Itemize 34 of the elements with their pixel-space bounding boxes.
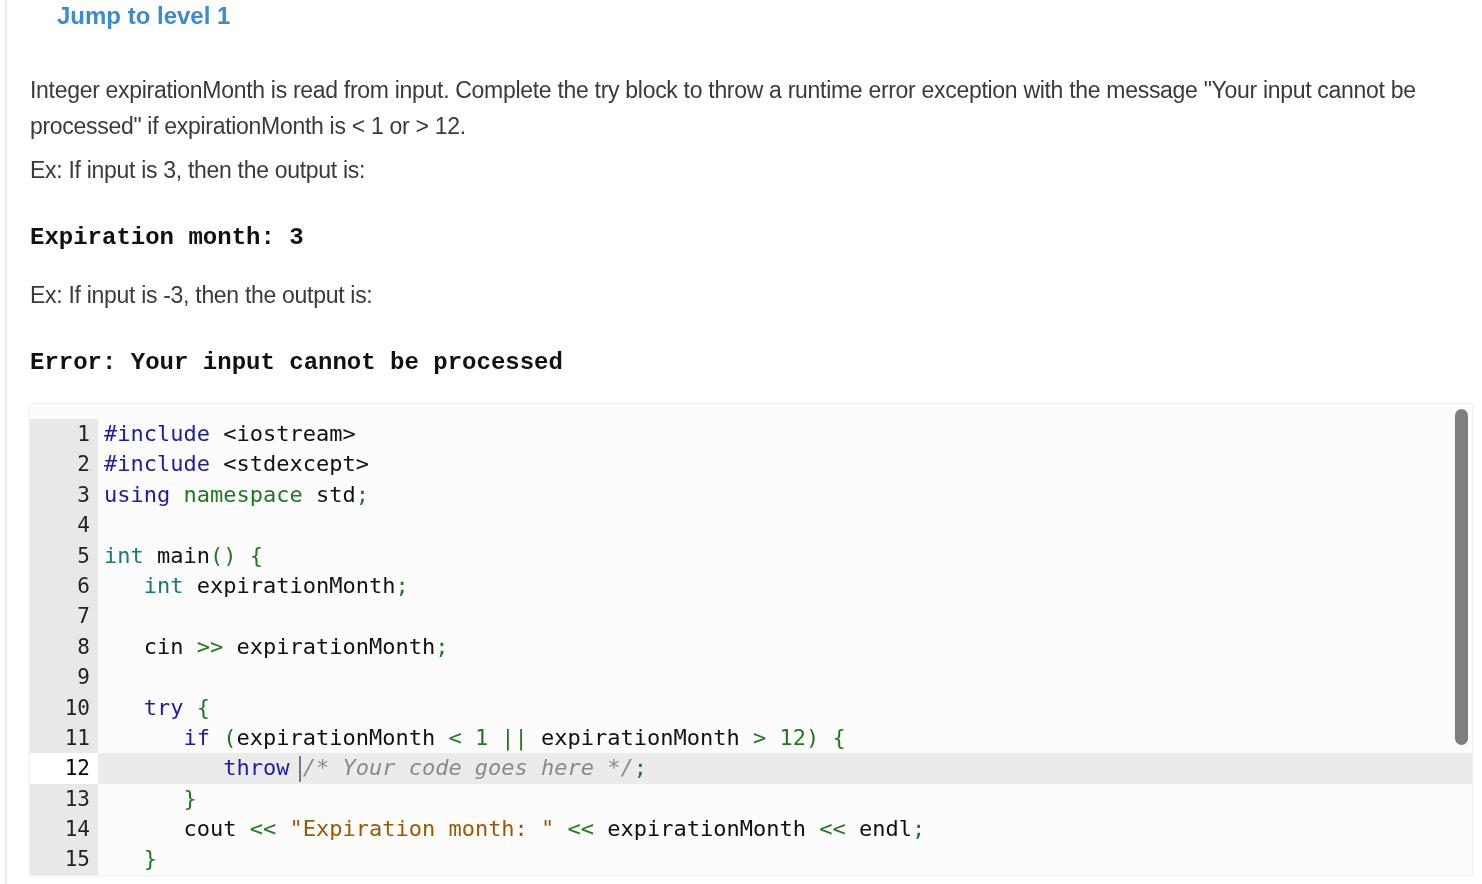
line-number: 6 [30,570,98,602]
code-line: #include <iostream> [103,420,357,448]
line-number: 1 [30,419,98,450]
code-line: } [142,845,158,874]
code-editor[interactable] [30,404,1472,875]
line-number: 14 [30,814,98,845]
instruction-text: Ex: If input is 3, then the output is: [30,156,367,185]
code-line: try { [142,693,211,722]
code-line: int main() { [103,541,264,570]
jump-to-level-link[interactable]: Jump to level 1 [57,2,1472,38]
line-number: 13 [30,783,98,815]
line-number: 7 [30,601,98,632]
line-number: 9 [30,662,98,693]
line-number: 11 [30,722,98,754]
instruction-text: Ex: If input is -3, then the output is: [30,281,374,310]
line-number: 8 [30,631,98,663]
scrollbar-thumb[interactable] [1455,409,1468,745]
code-line: cin >> expirationMonth; [142,632,450,661]
line-number: 5 [30,540,98,571]
code-line: if (expirationMonth < 1 || expirationMonth > 12) { [182,723,847,753]
code-line: } [182,784,198,813]
text-cursor [298,756,301,783]
instruction-text: Integer expirationMonth is read from input. Complete the try block to throw a runtime error exception with the message "Your input cannot be processed" if expirationMonth is < 1 or > 12. [30,76,1417,141]
code-line: #include <stdexcept> [103,450,370,479]
line-number: 10 [30,692,98,723]
code-line: using namespace std; [103,480,370,509]
sample-output: Error: Your input cannot be processed [30,349,564,376]
line-number: 2 [30,449,98,480]
line-number: 3 [30,479,98,511]
sample-output: Expiration month: 3 [30,224,305,251]
code-line: cout << "Expiration month: " << expirationMonth << endl; [182,815,927,844]
line-number: 4 [30,510,98,541]
line-number: 15 [30,844,98,875]
code-line: int expirationMonth; [142,571,410,600]
